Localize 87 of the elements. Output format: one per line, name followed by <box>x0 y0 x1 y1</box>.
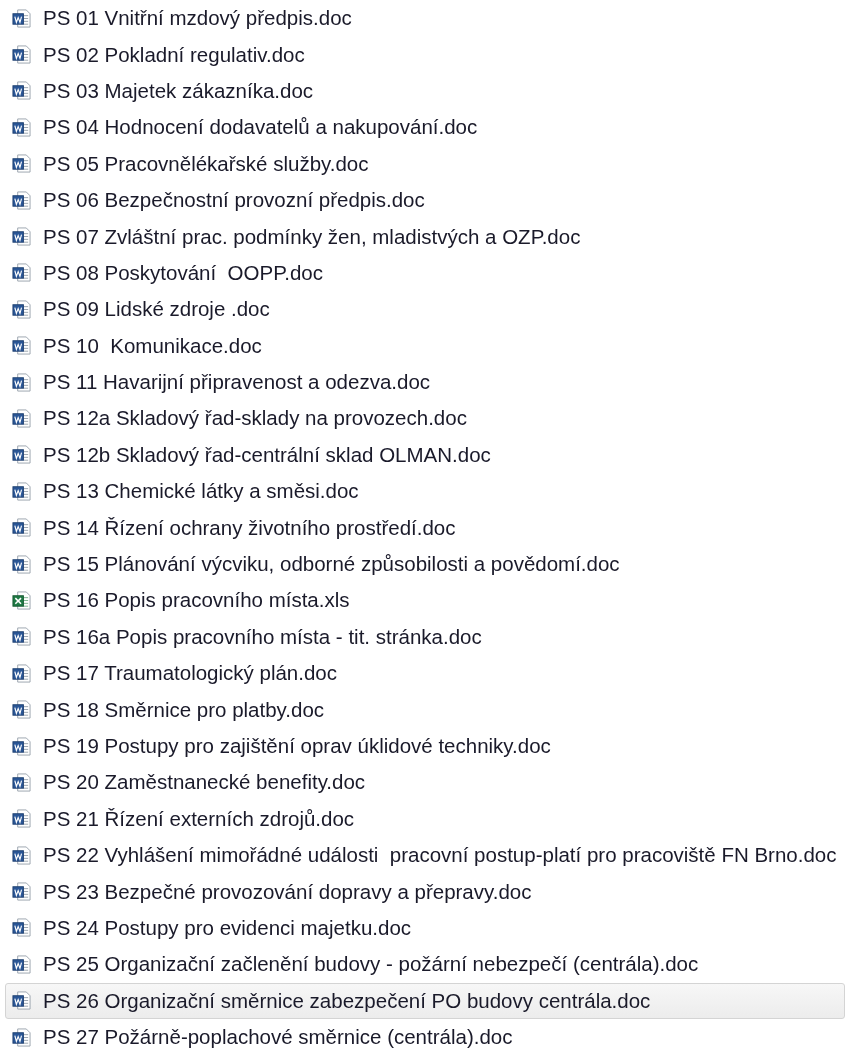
file-item[interactable]: PS 17 Traumatologický plán.doc <box>5 655 845 692</box>
word-document-icon <box>12 663 31 683</box>
word-document-icon <box>12 45 31 65</box>
spreadsheet-icon <box>12 590 31 610</box>
file-name: PS 14 Řízení ochrany životního prostředí.doc <box>43 515 456 540</box>
file-name: PS 08 Poskytování OOPP.doc <box>43 260 323 285</box>
word-document-icon <box>12 81 31 101</box>
file-item[interactable]: PS 25 Organizační začlenění budovy - požární nebezpečí (centrála).doc <box>5 946 845 983</box>
word-document-icon <box>12 117 31 137</box>
file-name: PS 25 Organizační začlenění budovy - požární nebezpečí (centrála).doc <box>43 952 699 977</box>
word-document-icon <box>12 991 31 1011</box>
file-item[interactable]: PS 10 Komunikace.doc <box>5 327 845 364</box>
file-item[interactable]: PS 22 Vyhlášení mimořádné události pracovní postup-platí pro pracoviště FN Brno.doc <box>5 837 845 874</box>
file-name: PS 11 Havarijní připravenost a odezva.doc <box>43 370 431 395</box>
file-name: PS 15 Plánování výcviku, odborné způsobilosti a povědomí.doc <box>43 552 620 577</box>
file-name: PS 12a Skladový řad-sklady na provozech.doc <box>43 406 467 431</box>
file-item[interactable]: PS 23 Bezpečné provozování dopravy a přepravy.doc <box>5 873 845 910</box>
file-name: PS 07 Zvláštní prac. podmínky žen, mladistvých a OZP.doc <box>43 224 581 249</box>
file-item[interactable]: PS 15 Plánování výcviku, odborné způsobilosti a povědomí.doc <box>5 545 845 583</box>
file-name: PS 17 Traumatologický plán.doc <box>43 661 337 686</box>
file-name: PS 13 Chemické látky a směsi.doc <box>43 479 359 504</box>
word-document-icon <box>12 299 31 319</box>
file-item[interactable]: PS 16 Popis pracovního místa.xls <box>5 582 845 619</box>
word-document-icon <box>12 409 31 428</box>
word-document-icon <box>12 772 31 792</box>
file-item[interactable]: PS 05 Pracovnělékařské služby.doc <box>5 145 845 182</box>
file-item[interactable]: PS 14 Řízení ochrany životního prostředí.doc <box>5 509 845 546</box>
word-document-icon <box>12 481 31 501</box>
file-name: PS 02 Pokladní regulativ.doc <box>43 42 305 67</box>
file-name: PS 27 Požárně-poplachové směrnice (centrála).doc <box>43 1025 513 1050</box>
file-name: PS 10 Komunikace.doc <box>43 333 262 358</box>
file-item[interactable]: PS 08 Poskytování OOPP.doc <box>5 254 845 292</box>
file-name: PS 21 Řízení externích zdrojů.doc <box>43 806 355 831</box>
word-document-icon <box>12 445 31 465</box>
file-item[interactable]: PS 02 Pokladní regulativ.doc <box>5 36 845 73</box>
word-document-icon <box>12 882 31 902</box>
word-document-icon <box>12 554 31 574</box>
file-name: PS 23 Bezpečné provozování dopravy a přepravy.doc <box>43 879 532 904</box>
word-document-icon <box>12 736 31 756</box>
word-document-icon <box>12 227 31 247</box>
word-document-icon <box>12 190 31 210</box>
word-document-icon <box>12 918 31 938</box>
file-name: PS 20 Zaměstnanecké benefity.doc <box>43 770 366 795</box>
file-item[interactable]: PS 12b Skladový řad-centrální sklad OLMAN.doc <box>5 436 845 474</box>
file-item[interactable]: PS 12a Skladový řad-sklady na provozech.doc <box>5 400 845 437</box>
file-name: PS 05 Pracovnělékařské služby.doc <box>43 151 369 176</box>
file-item[interactable]: PS 09 Lidské zdroje .doc <box>5 291 845 328</box>
word-document-icon <box>12 627 31 647</box>
file-name: PS 16 Popis pracovního místa.xls <box>43 588 350 613</box>
file-item[interactable]: PS 19 Postupy pro zajištění oprav úklidové techniky.doc <box>5 727 845 765</box>
word-document-icon <box>12 700 31 720</box>
file-item[interactable]: PS 16a Popis pracovního místa - tit. stránka.doc <box>5 618 845 656</box>
word-document-icon <box>12 263 31 283</box>
file-name: PS 19 Postupy pro zajištění oprav úklidové techniky.doc <box>43 734 551 758</box>
file-name: PS 06 Bezpečnostní provozní předpis.doc <box>43 188 425 213</box>
file-name: PS 12b Skladový řad-centrální sklad OLMAN.doc <box>43 442 491 467</box>
file-name: PS 22 Vyhlášení mimořádné události pracovní postup-platí pro pracoviště FN Brno.doc <box>43 843 837 868</box>
file-name: PS 26 Organizační směrnice zabezpečení PO budovy centrála.doc <box>43 988 651 1013</box>
word-document-icon <box>12 845 31 865</box>
file-item[interactable]: PS 27 Požárně-poplachové směrnice (centrála).doc <box>5 1018 845 1054</box>
file-item[interactable]: PS 03 Majetek zákazníka.doc <box>5 72 845 110</box>
word-document-icon <box>12 1027 31 1047</box>
word-document-icon <box>12 954 31 974</box>
word-document-icon <box>12 336 31 356</box>
file-item[interactable]: PS 26 Organizační směrnice zabezpečení PO budovy centrála.doc <box>5 982 845 1019</box>
file-name: PS 01 Vnitřní mzdový předpis.doc <box>43 6 352 31</box>
file-item[interactable]: PS 24 Postupy pro evidenci majetku.doc <box>5 909 845 947</box>
file-name: PS 04 Hodnocení dodavatelů a nakupování.doc <box>43 115 478 140</box>
file-name: PS 18 Směrnice pro platby.doc <box>43 697 325 722</box>
file-name: PS 16a Popis pracovního místa - tit. stránka.doc <box>43 624 482 649</box>
file-name: PS 24 Postupy pro evidenci majetku.doc <box>43 915 412 940</box>
file-item[interactable]: PS 04 Hodnocení dodavatelů a nakupování.doc <box>5 109 845 146</box>
word-document-icon <box>12 154 31 174</box>
file-item[interactable]: PS 01 Vnitřní mzdový předpis.doc <box>5 0 845 37</box>
file-item[interactable]: PS 06 Bezpečnostní provozní předpis.doc <box>5 181 845 219</box>
file-item[interactable]: PS 18 Směrnice pro platby.doc <box>5 691 845 728</box>
file-name: PS 09 Lidské zdroje .doc <box>43 297 270 322</box>
word-document-icon <box>12 8 31 28</box>
word-document-icon <box>12 809 31 829</box>
word-document-icon <box>12 518 31 538</box>
word-document-icon <box>12 372 31 392</box>
file-item[interactable]: PS 11 Havarijní připravenost a odezva.doc <box>5 363 845 401</box>
file-item[interactable]: PS 20 Zaměstnanecké benefity.doc <box>5 764 845 801</box>
file-item[interactable]: PS 13 Chemické látky a směsi.doc <box>5 473 845 510</box>
file-item[interactable]: PS 07 Zvláštní prac. podmínky žen, mladistvých a OZP.doc <box>5 218 845 255</box>
file-item[interactable]: PS 21 Řízení externích zdrojů.doc <box>5 800 845 837</box>
file-name: PS 03 Majetek zákazníka.doc <box>43 78 314 103</box>
